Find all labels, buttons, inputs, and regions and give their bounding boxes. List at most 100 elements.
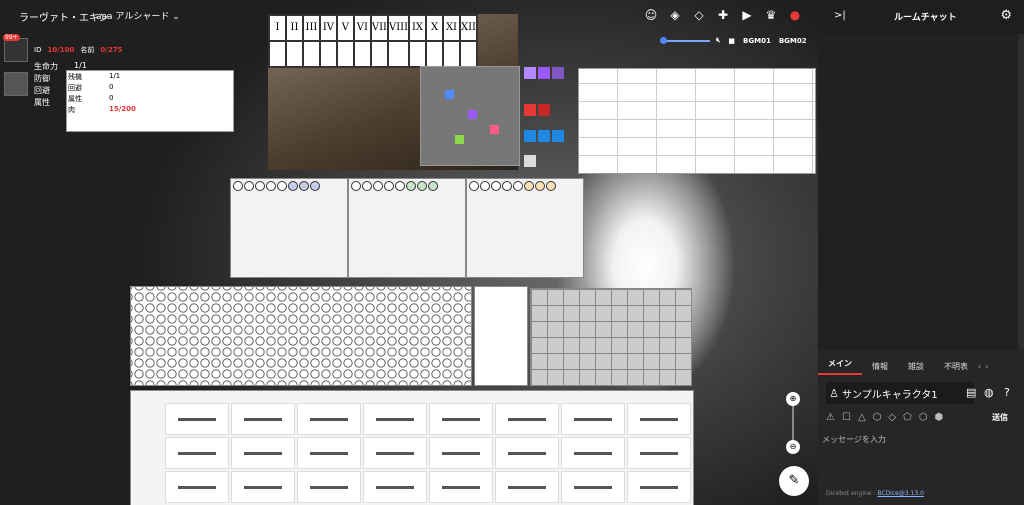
weapon-cell[interactable]: [231, 403, 295, 435]
add-comment-icon[interactable]: ✚: [716, 8, 730, 22]
weapon-icon-grid[interactable]: [530, 288, 692, 386]
d4-dice-icon[interactable]: △: [858, 412, 866, 423]
d8-dice-icon[interactable]: ◇: [888, 412, 896, 423]
empty-cell[interactable]: [370, 41, 388, 67]
tab-main[interactable]: メイン: [818, 358, 862, 375]
color-chip[interactable]: [552, 130, 564, 142]
empty-cell[interactable]: [302, 41, 320, 67]
weapon-cell[interactable]: [561, 437, 625, 469]
weapon-cell[interactable]: [231, 471, 295, 503]
d12-dice-icon[interactable]: ⬡: [919, 412, 928, 423]
item-list-sheet[interactable]: [474, 286, 528, 386]
empty-cell[interactable]: [426, 41, 443, 67]
pink-tile[interactable]: [490, 125, 499, 134]
message-input[interactable]: メッセージを入力: [822, 434, 886, 445]
weapon-cell[interactable]: [363, 437, 427, 469]
tab-info[interactable]: 情報: [862, 361, 898, 372]
d6-dice-icon[interactable]: ⬡: [873, 412, 882, 423]
blue-tile[interactable]: [445, 90, 454, 99]
empty-cell[interactable]: [319, 41, 337, 67]
roman-numeral-cell[interactable]: VI: [353, 15, 371, 41]
weapon-cell[interactable]: [495, 471, 559, 503]
empty-cell[interactable]: [285, 41, 303, 67]
roman-numeral-cell[interactable]: III: [302, 15, 320, 41]
weapon-cell[interactable]: [165, 437, 229, 469]
roman-numeral-cell[interactable]: IV: [319, 15, 337, 41]
character-row-1[interactable]: 99+ ID 10/100 名前 0/275: [3, 34, 122, 62]
send-button[interactable]: 送信: [992, 412, 1008, 423]
zoom-out-icon[interactable]: ⊖: [786, 440, 800, 454]
weapon-cell[interactable]: [627, 471, 691, 503]
weapon-cell[interactable]: [429, 437, 493, 469]
weapon-cell[interactable]: [297, 471, 361, 503]
tab-chatter[interactable]: 雑談: [898, 361, 934, 372]
warning-icon[interactable]: ⚠: [826, 412, 835, 423]
color-chip[interactable]: [538, 67, 550, 79]
weapon-cell[interactable]: [363, 403, 427, 435]
weapon-cell[interactable]: [429, 471, 493, 503]
cake-icon[interactable]: ♛: [764, 8, 778, 22]
sheet-icon[interactable]: ▤: [966, 386, 976, 399]
video-icon[interactable]: ▶: [740, 8, 754, 22]
weapon-cell[interactable]: [627, 403, 691, 435]
character-name-field[interactable]: ♙ サンプルキャラクタ1: [826, 382, 974, 404]
roman-numeral-grid[interactable]: I II III IV V VI VII VIII IX X XI XII: [268, 14, 478, 68]
weapon-cell[interactable]: [495, 403, 559, 435]
weapon-cell[interactable]: [627, 437, 691, 469]
weapon-cell[interactable]: [231, 437, 295, 469]
tab-unknown[interactable]: 不明表: [934, 361, 978, 372]
weapon-cell[interactable]: [297, 403, 361, 435]
color-chip[interactable]: [538, 130, 550, 142]
game-board[interactable]: ラーヴァト・エキン aaa アルシャード ⌄ ☺ ◈ ◇ ✚ ▶ ♛ ● 🔇︎ …: [0, 0, 818, 505]
checkbox-icon[interactable]: ☐: [842, 412, 851, 423]
bgm01-button[interactable]: BGM01: [743, 37, 771, 45]
roman-numeral-cell[interactable]: V: [336, 15, 354, 41]
stop-icon[interactable]: ■: [728, 37, 735, 45]
empty-cell[interactable]: [269, 41, 286, 67]
empty-cell[interactable]: [409, 41, 427, 67]
color-chip[interactable]: [538, 104, 550, 116]
d20-dice-icon[interactable]: ⬢: [935, 412, 944, 423]
weapon-cell[interactable]: [561, 471, 625, 503]
color-chip[interactable]: [524, 130, 536, 142]
weapon-cell[interactable]: [297, 437, 361, 469]
empty-cell[interactable]: [336, 41, 354, 67]
zoom-in-icon[interactable]: ⊕: [786, 392, 800, 406]
chat-log[interactable]: [818, 34, 1018, 350]
empty-cell[interactable]: [459, 41, 477, 67]
chat-scrollbar[interactable]: [1018, 34, 1024, 350]
collapse-panel-icon[interactable]: >|: [834, 10, 846, 21]
weapon-cell[interactable]: [495, 437, 559, 469]
mute-icon[interactable]: 🔇︎: [716, 36, 720, 45]
weapon-cell[interactable]: [165, 471, 229, 503]
app-logo-icon[interactable]: ●: [788, 8, 802, 22]
help-icon[interactable]: ?: [1004, 386, 1010, 399]
empty-cell[interactable]: [442, 41, 460, 67]
roman-numeral-cell[interactable]: XII: [459, 15, 477, 41]
weapon-sheet[interactable]: [130, 390, 694, 505]
character-select[interactable]: aaa アルシャード ⌄: [96, 9, 180, 22]
purple-tile[interactable]: [468, 110, 477, 119]
color-chip[interactable]: [524, 155, 536, 167]
palette-icon[interactable]: ◍: [984, 386, 994, 399]
green-tile[interactable]: [455, 135, 464, 144]
engine-link[interactable]: BCDice@3.13.0: [877, 490, 924, 497]
volume-slider[interactable]: [660, 37, 710, 44]
edit-fab-button[interactable]: ✎: [779, 466, 809, 496]
weapon-cell[interactable]: [165, 403, 229, 435]
color-chip[interactable]: [524, 104, 536, 116]
stat-sheet[interactable]: 残機 1/1 回避 0 属性 0 肉 15/200: [66, 70, 234, 132]
roman-numeral-cell[interactable]: II: [285, 15, 303, 41]
bgm02-button[interactable]: BGM02: [779, 37, 807, 45]
settings-gear-icon[interactable]: ⚙: [1000, 8, 1012, 23]
character-card-1[interactable]: [230, 178, 348, 278]
avatar[interactable]: [4, 72, 28, 96]
d10-dice-icon[interactable]: ⬠: [903, 412, 912, 423]
layers-outline-icon[interactable]: ◇: [692, 8, 706, 22]
empty-cell[interactable]: [387, 41, 410, 67]
zoom-slider[interactable]: [792, 406, 794, 442]
text-table[interactable]: [578, 68, 816, 174]
weapon-cell[interactable]: [363, 471, 427, 503]
roman-numeral-cell[interactable]: XI: [442, 15, 460, 41]
empty-cell[interactable]: [353, 41, 371, 67]
